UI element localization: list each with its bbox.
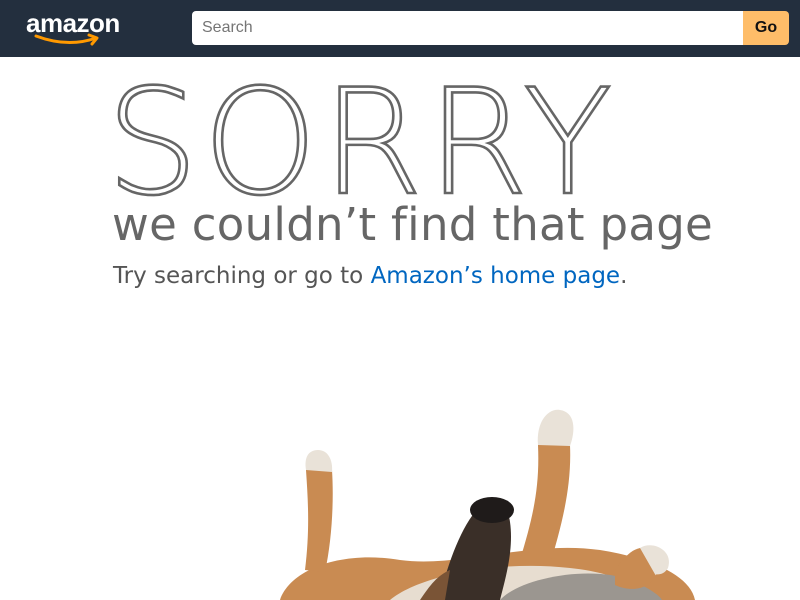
- smile-arrow-icon: [34, 33, 99, 46]
- amazon-logo[interactable]: amazon: [26, 8, 136, 48]
- top-navigation-bar: amazon Go: [0, 0, 800, 57]
- not-found-subheading: we couldn’t find that page: [112, 198, 714, 251]
- dog-on-back-image: [280, 409, 695, 600]
- go-button[interactable]: Go: [743, 11, 789, 45]
- search-suggestion-text: Try searching or go to Amazon’s home pag…: [113, 260, 627, 292]
- suggestion-suffix: .: [620, 263, 628, 289]
- suggestion-prefix: Try searching or go to: [113, 263, 371, 289]
- amazon-home-page-link[interactable]: Amazon’s home page: [371, 263, 621, 289]
- search-input[interactable]: [192, 11, 743, 45]
